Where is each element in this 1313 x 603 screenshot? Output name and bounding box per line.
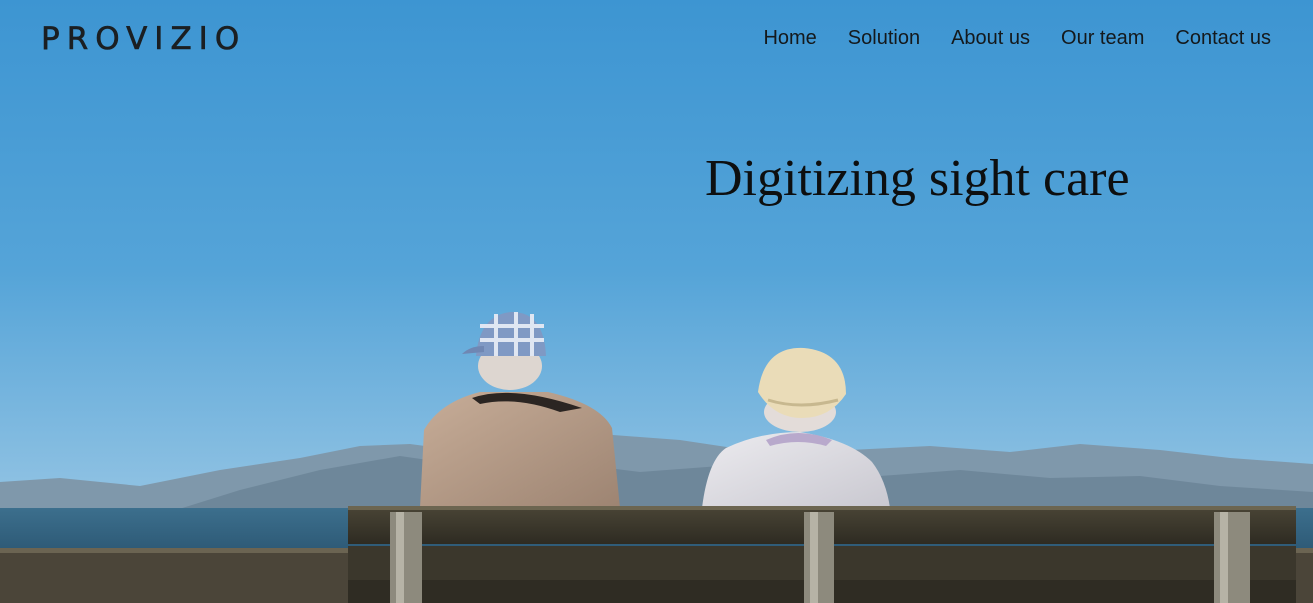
nav-link-our-team[interactable]: Our team [1061,26,1144,50]
main-nav: Home Solution About us Our team Contact … [763,26,1271,50]
nav-link-home[interactable]: Home [763,26,816,50]
nav-link-about-us[interactable]: About us [951,26,1030,50]
hero-background-image [0,0,1313,603]
nav-link-contact-us[interactable]: Contact us [1175,26,1271,50]
hero-section [0,0,1313,603]
site-header: PROVIZIO Home Solution About us Our team… [0,0,1313,80]
nav-link-solution[interactable]: Solution [848,26,920,50]
hero-headline: Digitizing sight care [705,150,1130,207]
brand-logo[interactable]: PROVIZIO [41,23,246,55]
